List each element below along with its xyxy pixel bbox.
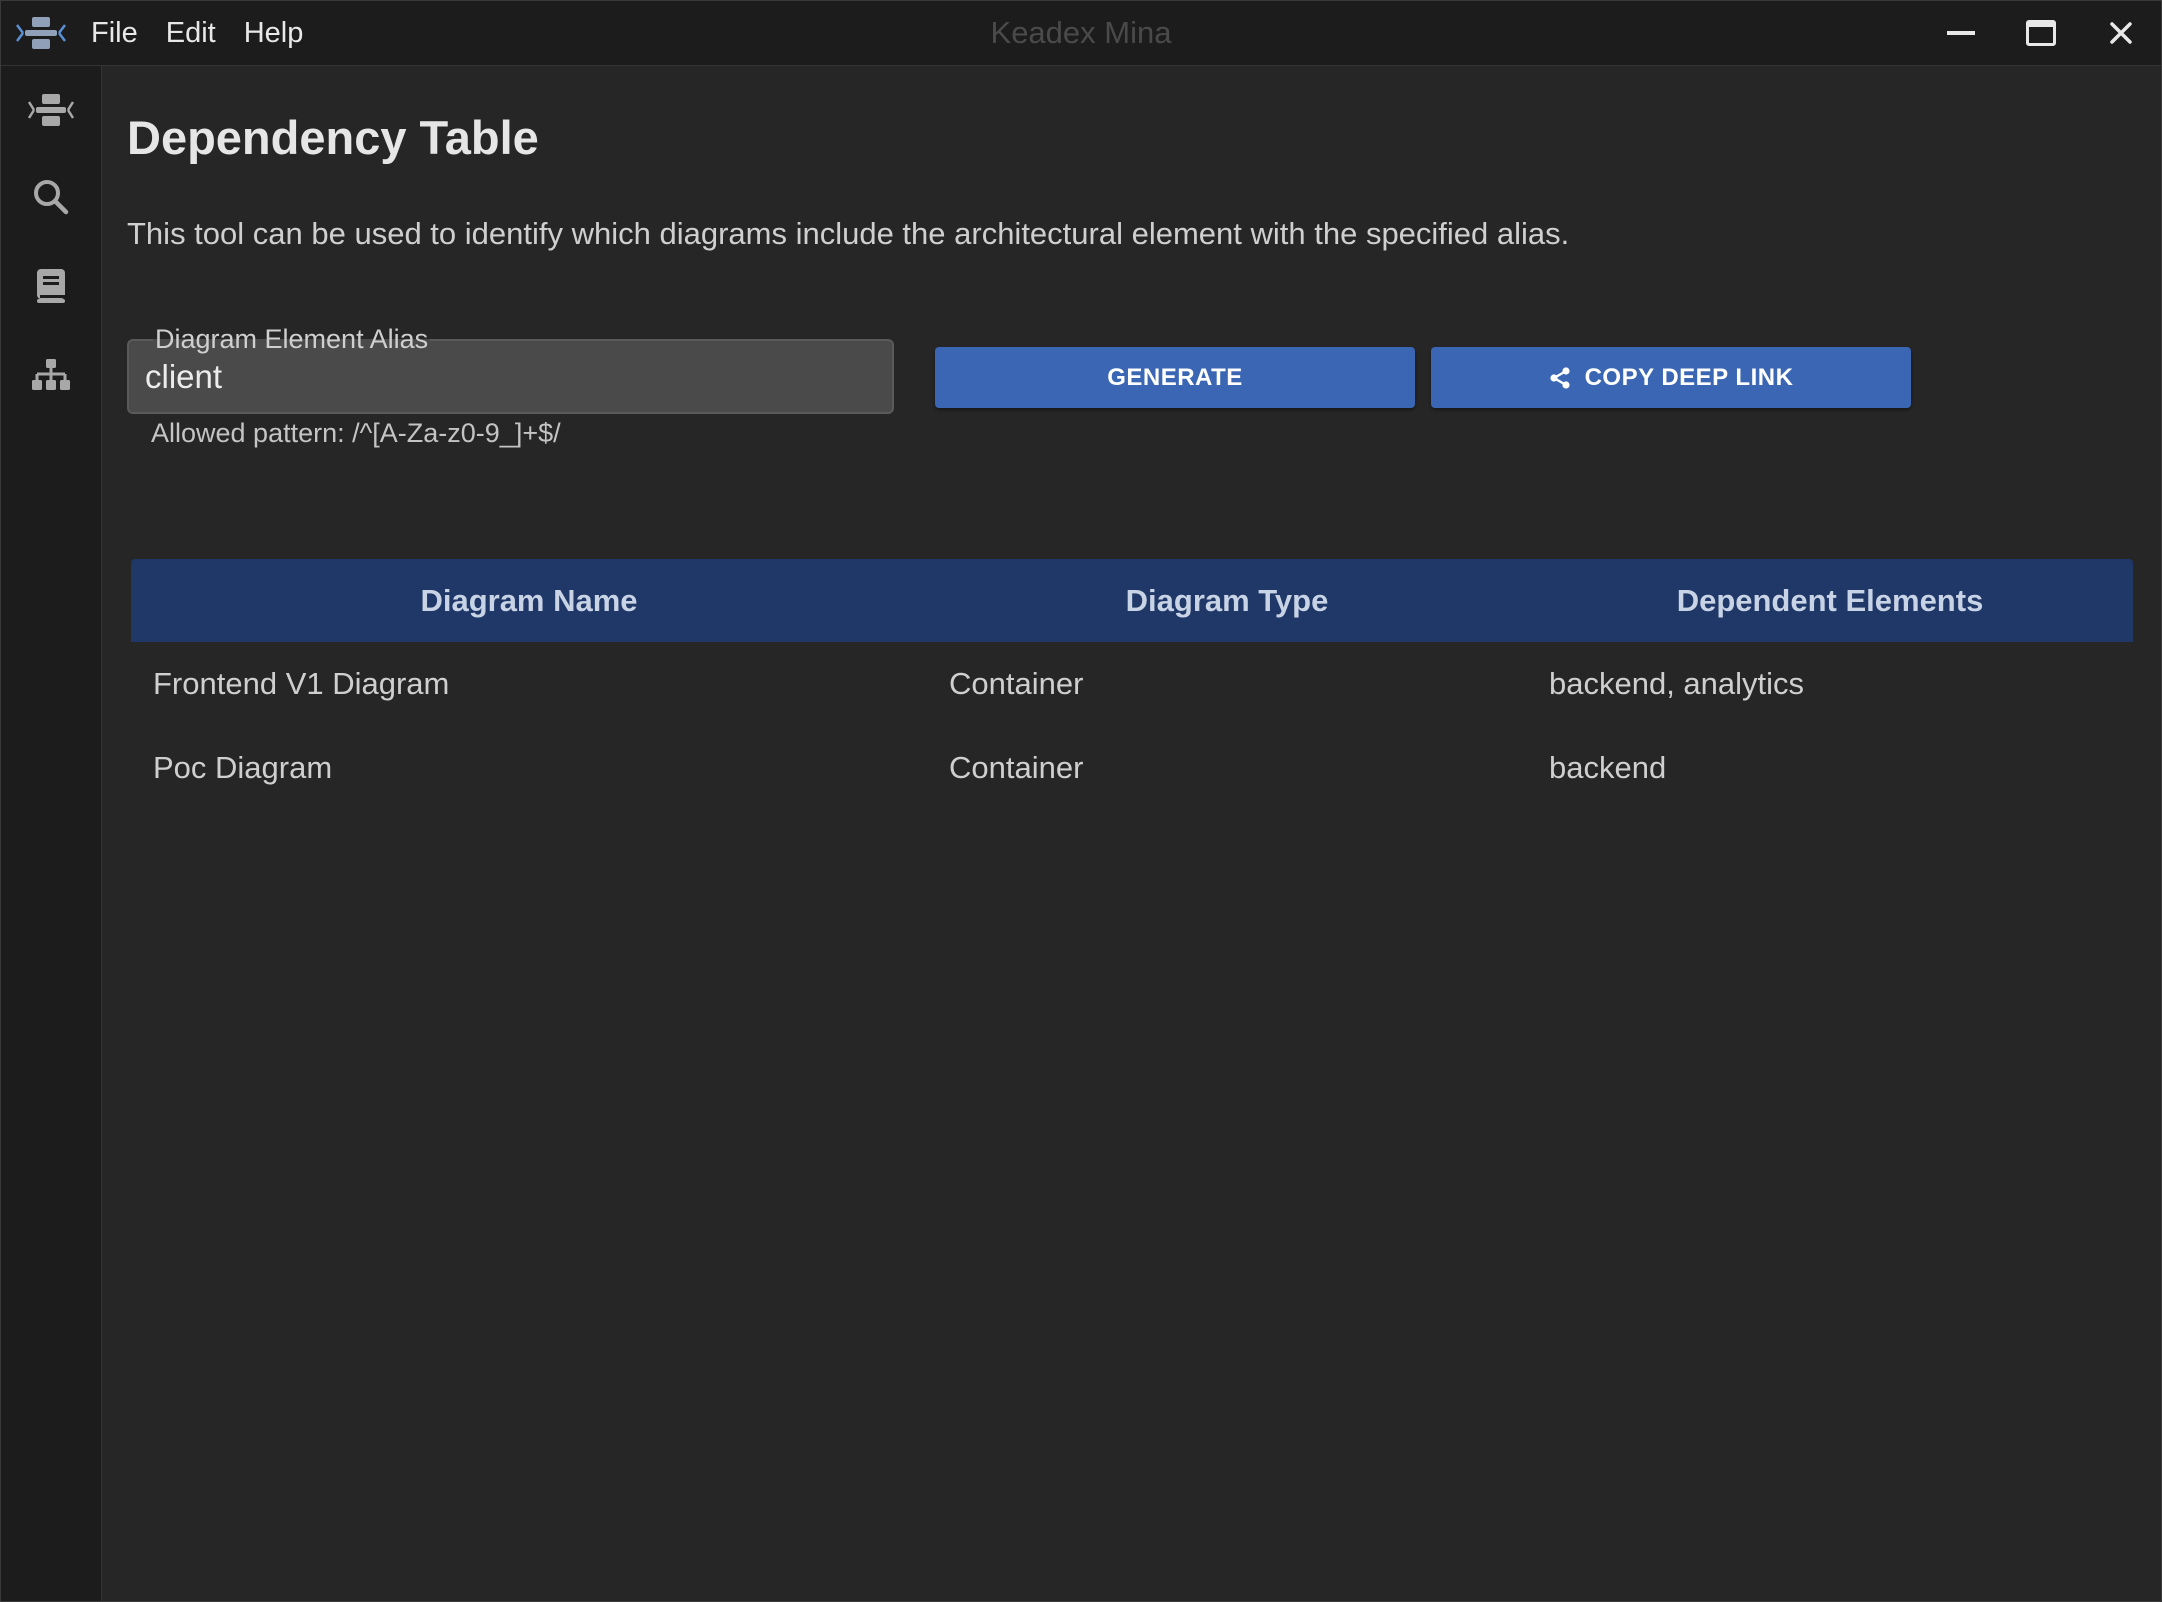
menu-help[interactable]: Help <box>230 1 318 65</box>
alias-helper-text: Allowed pattern: /^[A-Za-z0-9_]+$/ <box>151 418 561 448</box>
share-icon <box>1549 366 1571 389</box>
app-window: File Edit Help Keadex Mina Dependency Ta… <box>0 0 2162 1602</box>
close-button[interactable] <box>2091 9 2151 57</box>
alias-field[interactable]: Diagram Element Alias <box>127 319 894 414</box>
cell-dependent-elements: backend, analytics <box>1549 666 1805 701</box>
page-description: This tool can be used to identify which … <box>127 216 1570 251</box>
column-header-diagram-name[interactable]: Diagram Name <box>131 583 927 619</box>
menu-edit[interactable]: Edit <box>152 1 230 65</box>
sidebar-item-home[interactable] <box>19 78 83 142</box>
cell-dependent-elements: backend <box>1549 750 1667 785</box>
copy-deep-link-label: COPY DEEP LINK <box>1584 363 1794 391</box>
cell-diagram-type: Container <box>949 666 1084 701</box>
menu-bar: File Edit Help <box>77 1 317 65</box>
table-header: Diagram Name Diagram Type Dependent Elem… <box>131 559 2133 642</box>
page-title: Dependency Table <box>127 111 539 164</box>
sidebar-item-dependency-table[interactable] <box>19 343 83 407</box>
sidebar-item-search[interactable] <box>19 165 83 229</box>
cell-diagram-name: Poc Diagram <box>153 750 333 785</box>
alias-input[interactable] <box>145 355 865 399</box>
library-icon <box>37 269 65 303</box>
cell-diagram-type: Container <box>949 750 1084 785</box>
column-header-dependent-elements[interactable]: Dependent Elements <box>1527 583 2133 619</box>
sitemap-icon <box>32 359 70 390</box>
generate-button-label: GENERATE <box>1107 363 1243 391</box>
table-row[interactable]: Frontend V1 Diagram Container backend, a… <box>131 642 2133 726</box>
generate-button[interactable]: GENERATE <box>935 347 1415 408</box>
window-title: Keadex Mina <box>990 15 1172 50</box>
table-row[interactable]: Poc Diagram Container backend <box>131 726 2133 810</box>
minimize-icon <box>1947 31 1975 35</box>
alias-field-label: Diagram Element Alias <box>153 319 431 359</box>
main-content: Dependency Table This tool can be used t… <box>102 66 2161 1601</box>
sidebar <box>1 66 102 1601</box>
close-icon <box>2110 22 2132 44</box>
sidebar-item-library[interactable] <box>19 254 83 318</box>
column-header-diagram-type[interactable]: Diagram Type <box>927 583 1527 619</box>
minimize-button[interactable] <box>1931 9 1991 57</box>
app-logo-icon <box>15 11 67 55</box>
maximize-icon <box>2026 20 2056 46</box>
title-bar: File Edit Help Keadex Mina <box>1 1 2161 66</box>
maximize-button[interactable] <box>2011 9 2071 57</box>
cell-diagram-name: Frontend V1 Diagram <box>153 666 450 701</box>
menu-file[interactable]: File <box>77 1 152 65</box>
mina-logo-icon <box>27 94 75 126</box>
search-icon <box>34 180 69 215</box>
dependency-table: Diagram Name Diagram Type Dependent Elem… <box>131 559 2133 810</box>
copy-deep-link-button[interactable]: COPY DEEP LINK <box>1431 347 1911 408</box>
